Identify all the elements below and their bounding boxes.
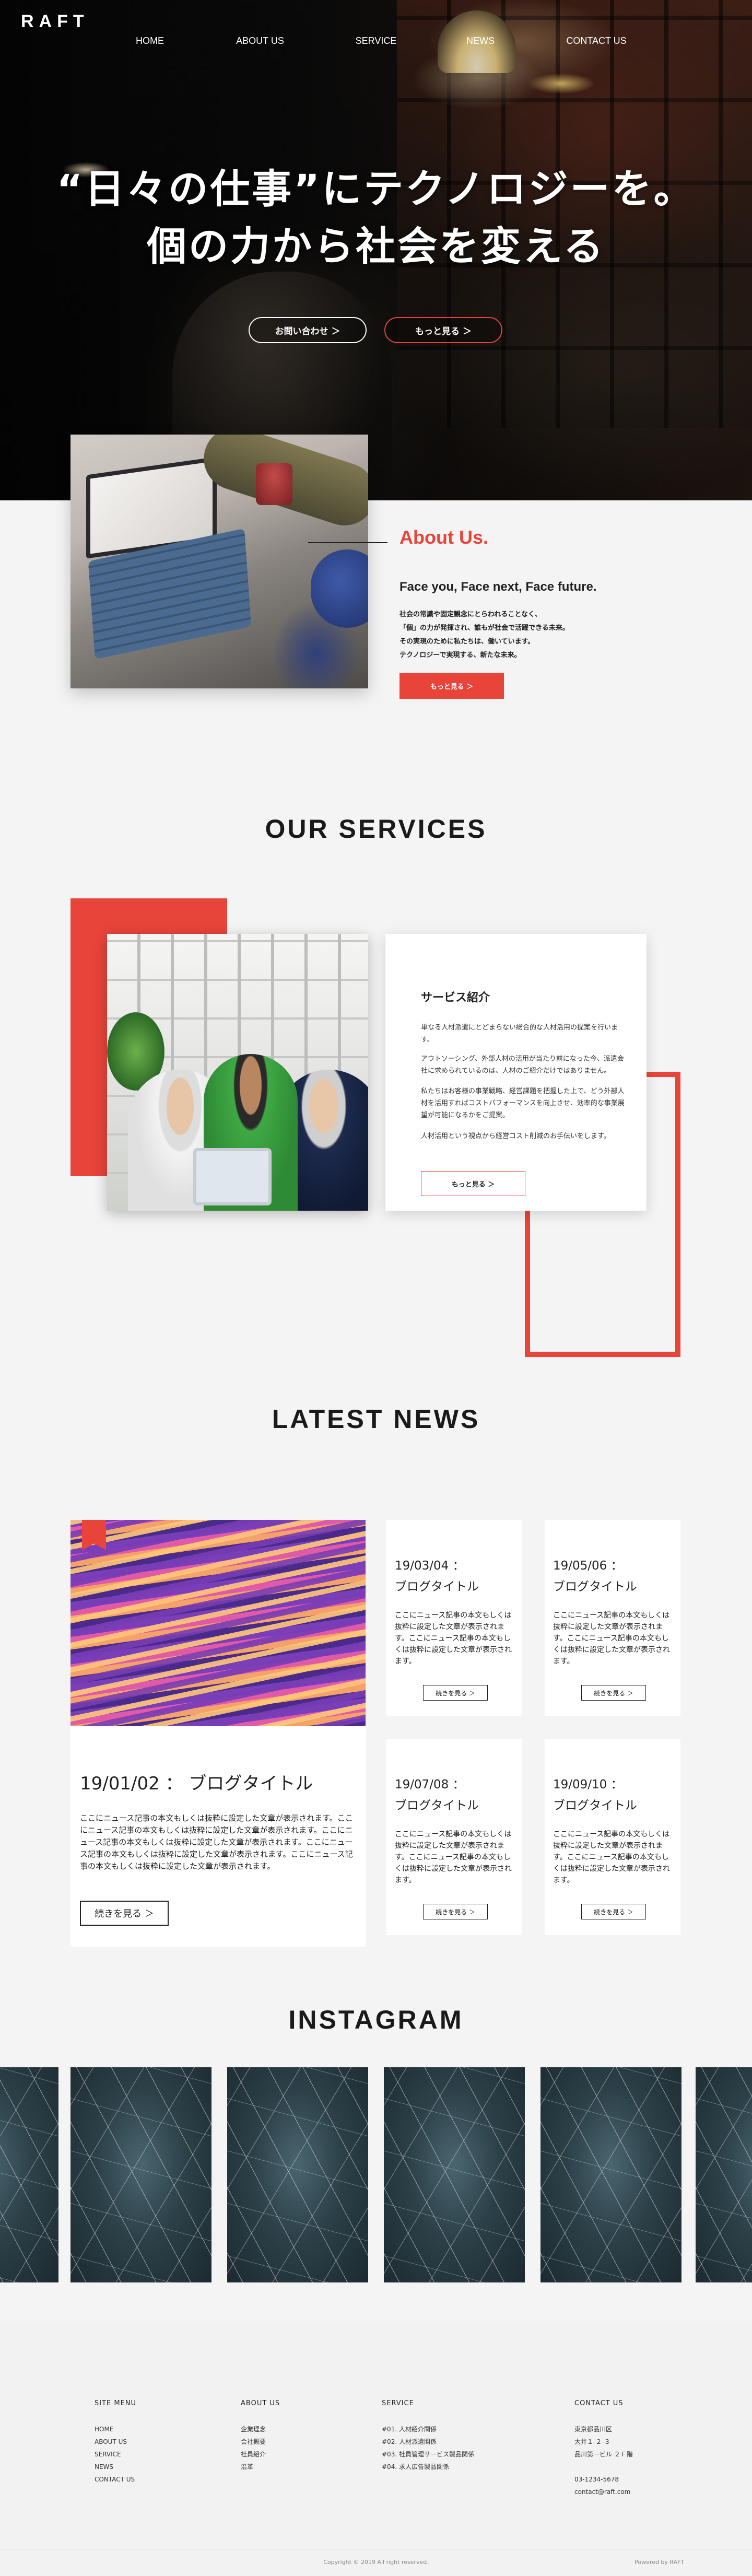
footer-about-us: ABOUT US 企業理念 会社概要 社員紹介 沿革 [241,2399,280,2473]
footer-link[interactable]: NEWS [95,2461,136,2473]
news-card[interactable]: 19/03/04 ：ブログタイトル ここにニュース記事の本文もしくは抜粋に設定し… [386,1520,522,1716]
nav-news[interactable]: NEWS [466,36,495,46]
news-featured-more-button[interactable]: 続きを見る ＞ [80,1901,169,1926]
footer-link[interactable]: HOME [95,2423,136,2436]
news-featured-card[interactable]: 19/01/02 ： ブログタイトル ここにニュース記事の本文もしくは抜粋に設定… [70,1520,366,1947]
news-featured-title: 19/01/02 ： ブログタイトル [80,1773,313,1794]
footer-email[interactable]: contact@raft.com [574,2486,633,2498]
about-text: 社会の常識や固定観念にとらわれることなく、 「個」の力が発揮され、誰もが社会で活… [400,611,569,659]
news-more-button[interactable]: 続きを見る ＞ [423,1685,488,1701]
news-featured-body: ここにニュース記事の本文もしくは抜粋に設定した文章が表示されます。ここにニュース… [80,1813,353,1871]
footer-bottom-bar: Copyright © 2019 All right reserved. Pow… [0,2549,752,2576]
footer-link[interactable]: CONTACT US [95,2473,136,2486]
instagram-photo[interactable] [384,2067,525,2282]
services-more-button[interactable]: もっと見る ＞ [421,1171,525,1196]
instagram-section: INSTAGRAM [0,1989,752,2323]
services-card: サービス紹介 単なる人材派遣にとどまらない総合的な人材活用の提案を行います。 ア… [385,934,647,1211]
services-title: OUR SERVICES [265,814,487,844]
news-featured-image [70,1520,366,1726]
footer-link[interactable]: 企業理念 [241,2423,280,2436]
about-divider-line [308,542,387,543]
news-more-button[interactable]: 続きを見る ＞ [581,1904,646,1919]
about-more-button[interactable]: もっと見る ＞ [400,673,504,699]
nav-contact-us[interactable]: CONTACT US [566,36,626,46]
about-title: About Us. [400,526,488,548]
footer-service: SERVICE #01. 人材紹介関係 #02. 人材派遣関係 #03. 社員管… [382,2399,474,2473]
instagram-photo[interactable] [696,2067,752,2282]
news-card[interactable]: 19/07/08 ：ブログタイトル ここにニュース記事の本文もしくは抜粋に設定し… [386,1739,522,1935]
about-section: About Us. Face you, Face next, Face futu… [0,435,752,772]
footer-link[interactable]: 社員紹介 [241,2448,280,2461]
bookmark-icon [82,1520,106,1550]
news-more-button[interactable]: 続きを見る ＞ [581,1685,646,1701]
footer-link[interactable]: #03. 社員管理サービス製品関係 [382,2448,474,2461]
nav-service[interactable]: SERVICE [356,36,397,46]
footer-phone[interactable]: 03-1234-5678 [574,2473,633,2486]
contact-button[interactable]: お問い合わせ ＞ [249,317,367,343]
footer-link[interactable]: 沿革 [241,2461,280,2473]
instagram-photo[interactable] [227,2067,368,2282]
footer-link[interactable]: #01. 人材紹介関係 [382,2423,474,2436]
news-card[interactable]: 19/09/10 ：ブログタイトル ここにニュース記事の本文もしくは抜粋に設定し… [545,1739,680,1935]
hero-headline-line1: “日々の仕事”にテクノロジーを。 [56,166,696,212]
instagram-photo[interactable] [540,2067,682,2282]
news-more-button[interactable]: 続きを見る ＞ [423,1904,488,1919]
footer-link[interactable]: 会社概要 [241,2436,280,2448]
footer-link[interactable]: #02. 人材派遣関係 [382,2436,474,2448]
hero-more-button[interactable]: もっと見る ＞ [384,317,502,343]
about-subtitle: Face you, Face next, Face future. [400,580,597,594]
about-laptop-image [70,435,368,688]
powered-by: Powered by RAFT [634,2559,684,2566]
footer-contact: CONTACT US 東京都品川区 大井１-２-３ 品川第一ビル ２Ｆ階 03-… [574,2399,633,2498]
footer: SITE MENU HOME ABOUT US SERVICE NEWS CON… [0,2323,752,2576]
site-logo[interactable]: RAFT [21,11,89,32]
footer-link[interactable]: #04. 求人広告製品関係 [382,2461,474,2473]
nav-home[interactable]: HOME [136,36,164,46]
instagram-photo[interactable] [0,2067,58,2282]
news-card[interactable]: 19/05/06 ：ブログタイトル ここにニュース記事の本文もしくは抜粋に設定し… [545,1520,680,1716]
news-section: LATEST NEWS 19/01/02 ： ブログタイトル ここにニュース記事… [0,1362,752,1989]
nav-about-us[interactable]: ABOUT US [236,36,284,46]
footer-link[interactable]: ABOUT US [95,2436,136,2448]
services-section: OUR SERVICES サービス紹介 単なる人材派遣にとどまらない総合的な人材… [0,772,752,1362]
services-people-image [107,934,368,1211]
hero: RAFT HOME ABOUT US SERVICE NEWS CONTACT … [0,0,752,500]
services-card-title: サービス紹介 [421,991,490,1004]
instagram-gallery [0,2067,752,2282]
footer-site-menu: SITE MENU HOME ABOUT US SERVICE NEWS CON… [95,2399,136,2486]
news-title: LATEST NEWS [272,1404,480,1434]
footer-link[interactable]: SERVICE [95,2448,136,2461]
hero-headline-line2: 個の力から社会を変える [147,223,605,270]
instagram-title: INSTAGRAM [288,2005,464,2034]
instagram-photo[interactable] [70,2067,212,2282]
